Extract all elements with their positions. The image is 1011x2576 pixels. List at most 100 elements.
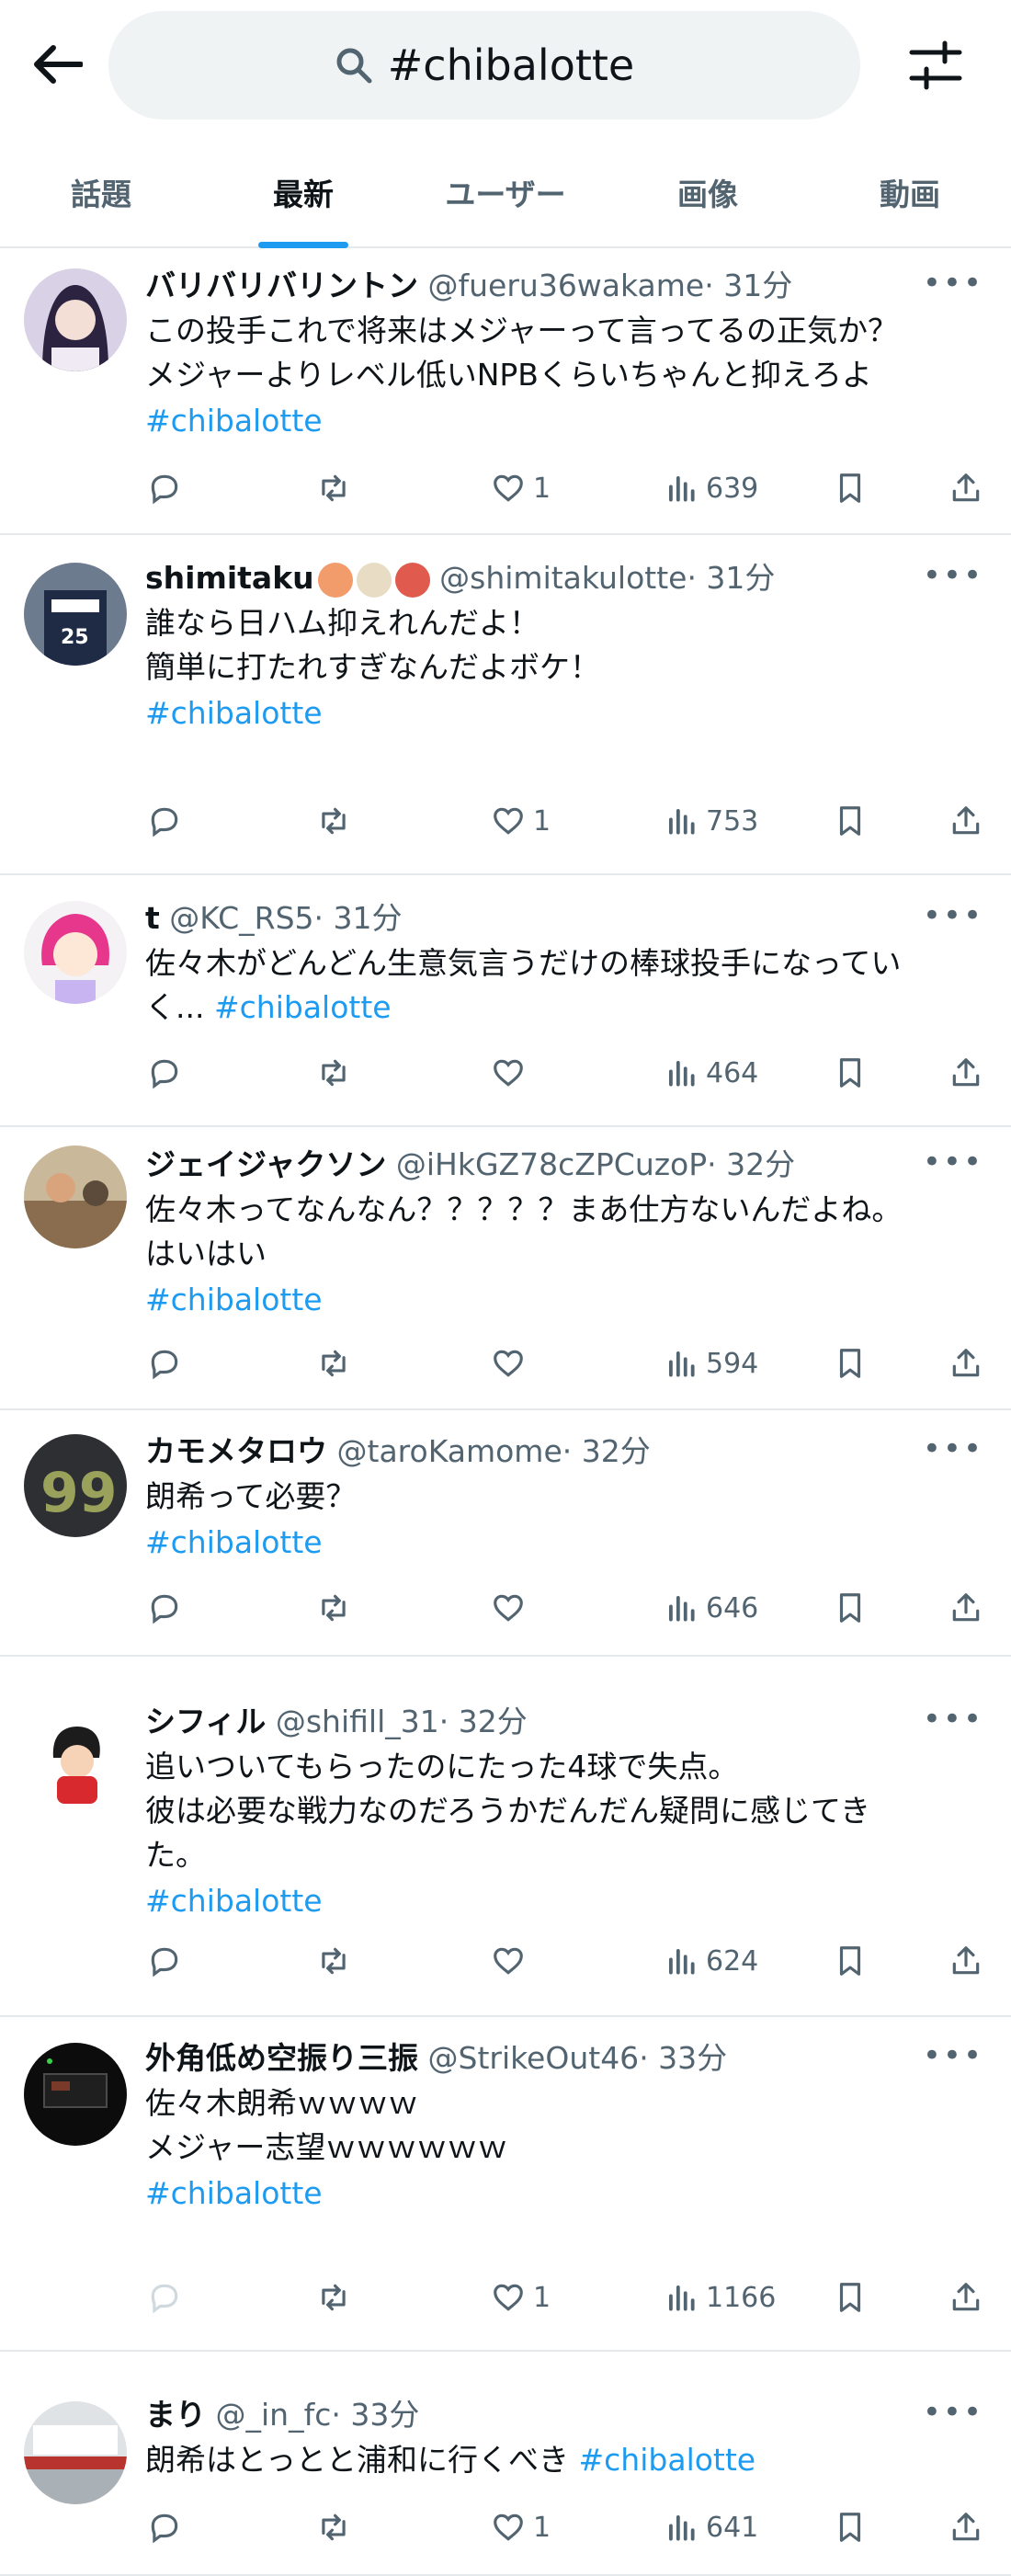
tweet[interactable]: ジェイジャクソン @iHkGZ78cZPCuzoP· 32分 ••• 佐々木って… — [0, 1127, 1011, 1410]
reply-button[interactable] — [147, 2280, 182, 2315]
share-button[interactable] — [949, 2280, 983, 2315]
tab-trending[interactable]: 話題 — [0, 138, 202, 246]
retweet-button[interactable] — [316, 2510, 351, 2545]
author-handle[interactable]: @iHkGZ78cZPCuzoP — [396, 1146, 707, 1182]
author-handle[interactable]: @taroKamome — [337, 1433, 562, 1469]
author-handle[interactable]: @StrikeOut46 — [428, 2040, 640, 2076]
like-button[interactable]: 1 — [491, 804, 551, 838]
retweet-button[interactable] — [316, 2280, 351, 2315]
avatar[interactable] — [24, 901, 127, 1004]
reply-button[interactable] — [147, 1943, 182, 1978]
hashtag-link[interactable]: #chibalotte — [145, 691, 983, 735]
tweet[interactable]: 外角低め空振り三振 @StrikeOut46· 33分 ••• 佐々木朗希ｗｗｗ… — [0, 2017, 1011, 2352]
reply-button[interactable] — [147, 1055, 182, 1090]
views-button[interactable]: 753 — [664, 804, 758, 838]
like-button[interactable] — [491, 1055, 533, 1090]
like-button[interactable] — [491, 1590, 533, 1625]
bookmark-button[interactable] — [833, 471, 868, 506]
avatar[interactable] — [24, 1146, 127, 1248]
views-button[interactable]: 464 — [664, 1055, 758, 1090]
hashtag-link[interactable]: #chibalotte — [579, 2442, 756, 2478]
tweet[interactable]: まり @_in_fc· 33分 ••• 朗希はとっとと浦和に行くべき #chib… — [0, 2352, 1011, 2576]
hashtag-link[interactable]: #chibalotte — [145, 1521, 983, 1565]
tweet[interactable]: 99 カモメタロウ @taroKamome· 32分 ••• 朗希って必要？ #… — [0, 1410, 1011, 1657]
bookmark-button[interactable] — [833, 1590, 868, 1625]
share-button[interactable] — [949, 2510, 983, 2545]
tab-users[interactable]: ユーザー — [404, 138, 607, 246]
bookmark-button[interactable] — [833, 1943, 868, 1978]
more-icon[interactable]: ••• — [923, 1144, 983, 1180]
retweet-button[interactable] — [316, 471, 351, 506]
more-icon[interactable]: ••• — [923, 1701, 983, 1738]
author-handle[interactable]: @_in_fc — [216, 2397, 332, 2433]
views-button[interactable]: 646 — [664, 1590, 758, 1625]
more-icon[interactable]: ••• — [923, 897, 983, 934]
reply-button[interactable] — [147, 1346, 182, 1381]
author-handle[interactable]: @shimitakulotte — [439, 560, 687, 596]
hashtag-link[interactable]: #chibalotte — [145, 1879, 983, 1923]
views-button[interactable]: 624 — [664, 1943, 758, 1978]
more-icon[interactable]: ••• — [923, 265, 983, 302]
bookmark-button[interactable] — [833, 2280, 868, 2315]
like-button[interactable]: 1 — [491, 2280, 551, 2315]
author-name[interactable]: shimitaku — [145, 560, 314, 596]
hashtag-link[interactable]: #chibalotte — [214, 989, 392, 1025]
author-name[interactable]: カモメタロウ — [145, 1433, 327, 1469]
more-icon[interactable]: ••• — [923, 2037, 983, 2074]
search-query[interactable]: #chibalotte — [388, 40, 634, 90]
retweet-button[interactable] — [316, 1055, 351, 1090]
avatar[interactable] — [24, 2401, 127, 2504]
more-icon[interactable]: ••• — [923, 1430, 983, 1467]
tab-latest[interactable]: 最新 — [202, 138, 404, 248]
like-button[interactable]: 1 — [491, 2510, 551, 2545]
bookmark-button[interactable] — [833, 804, 868, 838]
like-button[interactable] — [491, 1943, 533, 1978]
retweet-button[interactable] — [316, 1590, 351, 1625]
share-button[interactable] — [949, 471, 983, 506]
tweet[interactable]: t @KC_RS5· 31分 ••• 佐々木がどんどん生意気言うだけの棒球投手に… — [0, 875, 1011, 1127]
share-button[interactable] — [949, 1590, 983, 1625]
search-settings-button[interactable] — [899, 33, 972, 97]
share-button[interactable] — [949, 1346, 983, 1381]
avatar[interactable]: 25 — [24, 563, 127, 666]
share-button[interactable] — [949, 1943, 983, 1978]
retweet-button[interactable] — [316, 1943, 351, 1978]
reply-button[interactable] — [147, 471, 182, 506]
author-name[interactable]: 外角低め空振り三振 — [145, 2040, 418, 2076]
back-button[interactable] — [20, 35, 94, 94]
avatar[interactable] — [24, 268, 127, 371]
views-button[interactable]: 641 — [664, 2510, 758, 2545]
author-name[interactable]: t — [145, 900, 160, 936]
tweet[interactable]: シフィル @shifill_31· 32分 ••• 追いついてもらったのにたった… — [0, 1657, 1011, 2017]
tab-videos[interactable]: 動画 — [809, 138, 1011, 246]
more-icon[interactable]: ••• — [923, 2394, 983, 2431]
tab-images[interactable]: 画像 — [607, 138, 809, 246]
author-handle[interactable]: @fueru36wakame — [428, 268, 705, 303]
views-button[interactable]: 1166 — [664, 2280, 776, 2315]
bookmark-button[interactable] — [833, 1055, 868, 1090]
share-button[interactable] — [949, 1055, 983, 1090]
reply-button[interactable] — [147, 2510, 182, 2545]
like-button[interactable]: 1 — [491, 471, 551, 506]
hashtag-link[interactable]: #chibalotte — [145, 2171, 983, 2216]
like-button[interactable] — [491, 1346, 533, 1381]
more-icon[interactable]: ••• — [923, 557, 983, 594]
share-button[interactable] — [949, 804, 983, 838]
bookmark-button[interactable] — [833, 1346, 868, 1381]
avatar[interactable] — [24, 1706, 127, 1809]
author-name[interactable]: バリバリバリントン — [145, 268, 418, 303]
author-name[interactable]: シフィル — [145, 1704, 266, 1739]
author-name[interactable]: まり — [145, 2397, 206, 2433]
reply-button[interactable] — [147, 804, 182, 838]
search-bar[interactable]: #chibalotte — [108, 11, 860, 120]
avatar[interactable]: 99 — [24, 1434, 127, 1537]
views-button[interactable]: 594 — [664, 1346, 758, 1381]
reply-button[interactable] — [147, 1590, 182, 1625]
author-name[interactable]: ジェイジャクソン — [145, 1146, 386, 1182]
retweet-button[interactable] — [316, 804, 351, 838]
bookmark-button[interactable] — [833, 2510, 868, 2545]
author-handle[interactable]: @KC_RS5 — [169, 900, 313, 936]
tweet[interactable]: 25 shimitaku @shimitakulotte· 31分 ••• 誰な… — [0, 535, 1011, 875]
tweet[interactable]: バリバリバリントン @fueru36wakame· 31分 ••• この投手これ… — [0, 246, 1011, 535]
views-button[interactable]: 639 — [664, 471, 758, 506]
